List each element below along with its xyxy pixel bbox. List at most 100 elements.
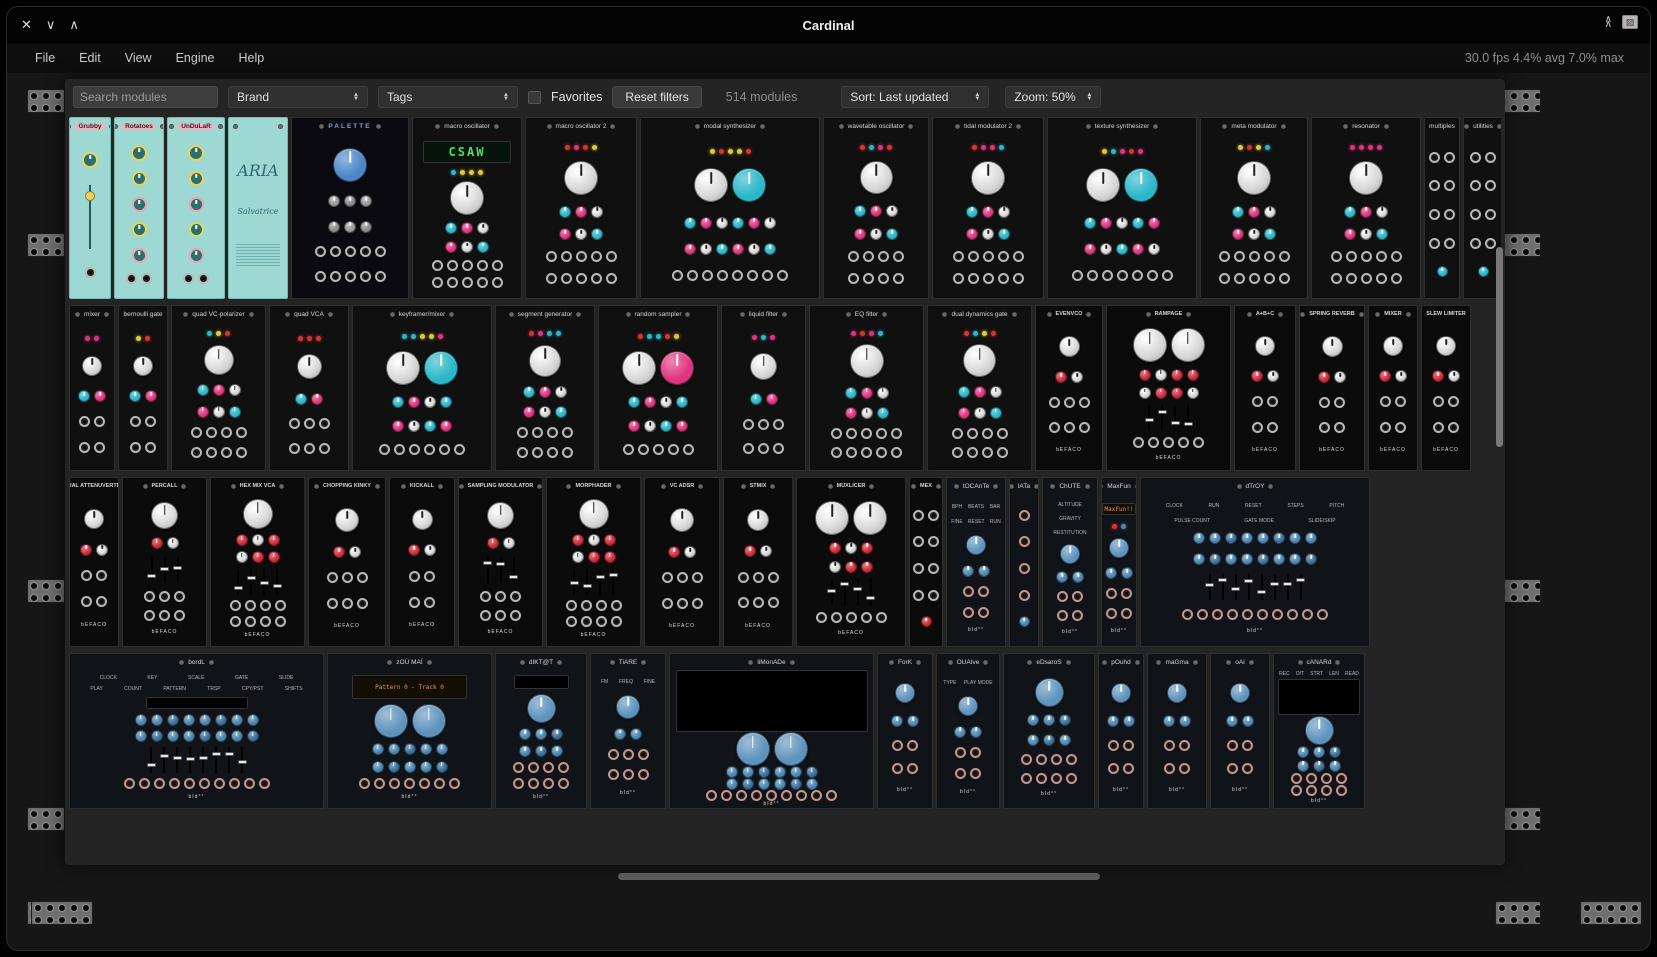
module-dual-dynamics-gate[interactable]: dual dynamics gate [927, 305, 1032, 471]
module-dikt-t[interactable]: dIKT@TbId°° [495, 653, 587, 809]
module-sampling-modulator[interactable]: SAMPLING MODULATORbEFACO [458, 477, 543, 647]
horizontal-scrollbar[interactable] [618, 873, 1100, 880]
menu-engine[interactable]: Engine [166, 47, 225, 69]
module-tocante[interactable]: tOCAnTeBPHBEATSBARFINERESETRUNbId°° [946, 477, 1006, 647]
module-wavetable-oscillator[interactable]: wavetable oscillator [823, 117, 929, 299]
jack [1121, 608, 1132, 619]
module-tiare[interactable]: TiAREFMFREQFINEbId°° [590, 653, 666, 809]
module-texture-synthesizer[interactable]: texture synthesizer [1047, 117, 1197, 299]
screw-icon [955, 124, 960, 129]
module-evenvco[interactable]: evenVCObEFACO [1035, 305, 1103, 471]
module-tidal-modulator-2[interactable]: tidal modulator 2 [932, 117, 1044, 299]
double-chevron-up-icon[interactable]: ∧∧ [1605, 17, 1612, 27]
slider-handle [1145, 418, 1154, 422]
module-quad-vc-polarizer[interactable]: quad VC-polarizer [171, 305, 266, 471]
module-percall[interactable]: PERCALLbEFACO [122, 477, 207, 647]
search-input[interactable] [73, 86, 218, 108]
module-undular[interactable]: UnDuLaR [167, 117, 225, 299]
module-canard[interactable]: cANARdRECO/TSTRTLENREADbId°° [1273, 653, 1365, 809]
reset-filters-button[interactable]: Reset filters [612, 86, 701, 108]
jack [816, 612, 827, 623]
screenshot-icon[interactable]: ▨ [1622, 15, 1638, 29]
control-row [1167, 683, 1187, 703]
module-grubby[interactable]: Grubby [69, 117, 111, 299]
knob [1043, 714, 1055, 726]
jack [1163, 437, 1174, 448]
module-slew-limiter[interactable]: SLEW LIMITERbEFACO [1421, 305, 1471, 471]
module-limonade[interactable]: liMonADebId°° [669, 653, 874, 809]
favorites-checkbox[interactable] [528, 91, 541, 104]
control-row [546, 273, 617, 284]
control-row [966, 228, 1010, 240]
module-spring-reverb[interactable]: SPRING REVERBbEFACO [1299, 305, 1365, 471]
module-kickall[interactable]: KICKALLbEFACO [389, 477, 455, 647]
module-a-b-c[interactable]: A+B+CbEFACO [1234, 305, 1296, 471]
module-liquid-filter[interactable]: liquid filter [721, 305, 806, 471]
module-lata[interactable]: lATa [1009, 477, 1039, 647]
module-stmix[interactable]: STMIXbEFACO [723, 477, 793, 647]
module-mixer[interactable]: mixer [69, 305, 115, 471]
module-vc-adsr[interactable]: VC ADSRbEFACO [644, 477, 720, 647]
module-modal-synthesizer[interactable]: modal synthesizer [640, 117, 820, 299]
module-mex[interactable]: MEX [909, 477, 943, 647]
jack [206, 427, 217, 438]
module-palette[interactable]: PALETTE [291, 117, 409, 299]
sort-dropdown[interactable]: Sort: Last updated▲▼ [841, 86, 989, 108]
knob [328, 195, 340, 207]
module-multiples[interactable]: multiples [1424, 117, 1460, 299]
jack [747, 270, 758, 281]
module-body: bEFACO [1235, 320, 1295, 470]
menu-view[interactable]: View [115, 47, 162, 69]
menu-file[interactable]: File [25, 47, 65, 69]
module-oai[interactable]: oAibId°° [1210, 653, 1270, 809]
control-row [1433, 396, 1459, 407]
tags-dropdown[interactable]: Tags▲▼ [378, 86, 518, 108]
module-bernoulli-gate[interactable]: bernoulli gate [118, 305, 168, 471]
module-keyframer-mixer[interactable]: keyframer/mixer [352, 305, 492, 471]
module-dual-attenuverter[interactable]: DUAL ATTENUVERTERbEFACO [69, 477, 119, 647]
module-maxfun[interactable]: MaxFunMaxFun!!bId°° [1101, 477, 1137, 647]
module-dtroy[interactable]: dTrOYCLOCKRUNRESETSTEPSPITCHPULSE COUNTG… [1140, 477, 1370, 647]
vertical-scrollbar[interactable] [1496, 247, 1503, 447]
screw-icon [285, 312, 290, 317]
menu-help[interactable]: Help [229, 47, 275, 69]
module-random-sampler[interactable]: random sampler [598, 305, 718, 471]
module-eq-filter[interactable]: EQ filter [809, 305, 924, 471]
knob [1187, 369, 1199, 381]
module-chute[interactable]: ChUTEALTITUDEGRAVITYRESTITUTIONbId°° [1042, 477, 1098, 647]
jack [547, 447, 558, 458]
module-magma[interactable]: maGmabId°° [1147, 653, 1207, 809]
module-chopping-kinky[interactable]: CHOPPING KINKYbEFACO [308, 477, 386, 647]
module-aria-salvatrice[interactable]: ARIASalvatrice [228, 117, 288, 299]
slider[interactable] [85, 185, 95, 249]
module-segment-generator[interactable]: segment generator [495, 305, 595, 471]
module-pouhd[interactable]: pOuhdbId°° [1098, 653, 1144, 809]
module-ouaive[interactable]: OUAIveTYPEPLAY MODEbId°° [936, 653, 1000, 809]
slider [827, 579, 836, 605]
module-meta-modulator[interactable]: meta modulator [1200, 117, 1308, 299]
module-quad-vca[interactable]: quad VCA [269, 305, 349, 471]
led-icon [887, 145, 892, 150]
module-resonator[interactable]: resonator [1311, 117, 1421, 299]
knob [1027, 734, 1039, 746]
control-row [1255, 336, 1275, 356]
module-edsaros[interactable]: eDsaroSbId°° [1003, 653, 1095, 809]
brand-dropdown[interactable]: Brand▲▼ [228, 86, 368, 108]
module-zo-ma[interactable]: zOÙ MAÏPattern 0 - Track 0bId°° [327, 653, 492, 809]
control-row [487, 502, 514, 529]
control-row [744, 545, 772, 557]
module-muxlicer[interactable]: MUXLICERbEFACO [796, 477, 906, 647]
zoom-dropdown[interactable]: Zoom: 50%▲▼ [1005, 86, 1101, 108]
menu-edit[interactable]: Edit [69, 47, 111, 69]
module-rampage[interactable]: RAMPAGEbEFACO [1106, 305, 1231, 471]
module-hex-mix-vca[interactable]: HEX MIX VCAbEFACO [210, 477, 305, 647]
module-macro-oscillator[interactable]: macro oscillatorCSAW [412, 117, 522, 299]
fps-stats: 30.0 fps 4.4% avg 7.0% max [1465, 51, 1624, 65]
module-bordl[interactable]: bordLCLOCKKEYSCALEGATESLIDEPLAYCOUNTPATT… [69, 653, 324, 809]
module-title: SAMPLING MODULATOR [468, 483, 534, 489]
module-rotatoes[interactable]: Rotatoes [114, 117, 164, 299]
module-morphader[interactable]: MORPHADERbEFACO [546, 477, 641, 647]
module-macro-oscillator-2[interactable]: macro oscillator 2 [525, 117, 637, 299]
module-fork[interactable]: ForKbId°° [877, 653, 933, 809]
module-mixer[interactable]: MIXERbEFACO [1368, 305, 1418, 471]
